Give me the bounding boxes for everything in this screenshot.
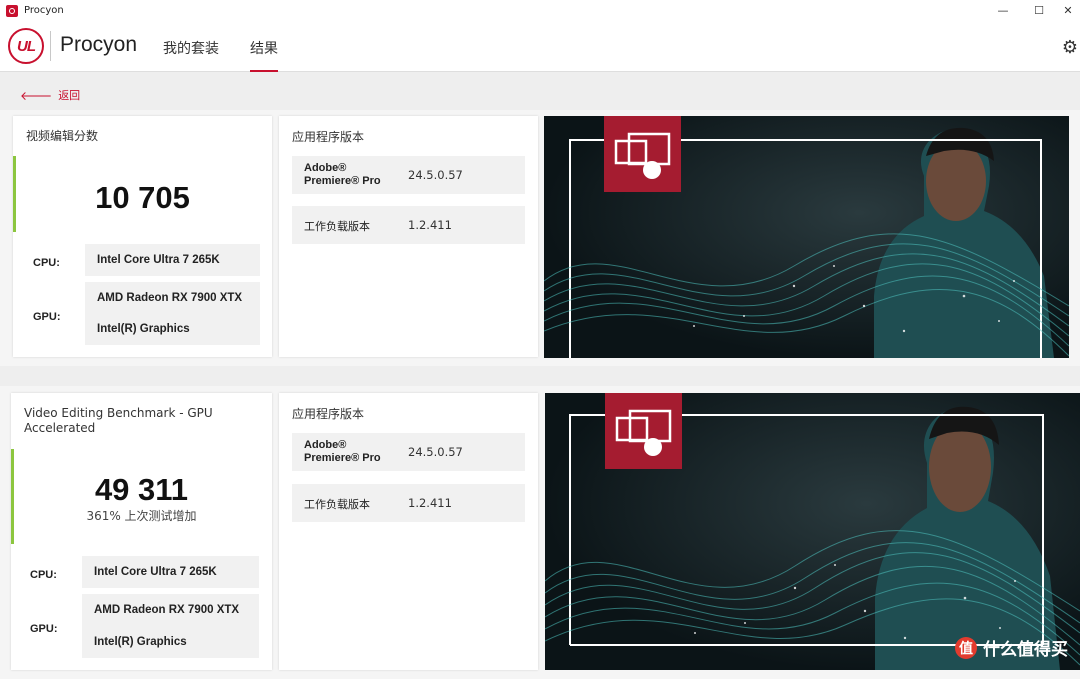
score-comparison: 361% 上次测试增加 — [86, 509, 197, 523]
gpu-label-2: GPU: — [30, 623, 58, 635]
score-card: 视频编辑分数 10 705 CPU: Intel Core Ultra 7 26… — [13, 116, 272, 357]
tab-results[interactable]: 结果 — [250, 38, 278, 72]
gpu-value-2: Intel(R) Graphics — [97, 323, 190, 335]
cpu-box: Intel Core Ultra 7 265K — [85, 244, 260, 276]
app-version-title-2: 应用程序版本 — [292, 407, 365, 421]
workload-label: 工作负载版本 — [304, 220, 370, 233]
back-label: 返回 — [58, 89, 81, 102]
score-title: 视频编辑分数 — [26, 129, 99, 143]
workload-version-value-2: 1.2.411 — [408, 496, 452, 510]
hero-image-2: 值 什么值得买 — [545, 393, 1080, 670]
workload-label-2: 工作负载版本 — [304, 498, 370, 511]
gpu-value-2-1: AMD Radeon RX 7900 XTX — [94, 604, 240, 616]
app-version-title: 应用程序版本 — [292, 130, 365, 144]
gpu-value-1: AMD Radeon RX 7900 XTX — [97, 292, 243, 304]
cpu-label-2: CPU: — [30, 569, 57, 581]
score-value-2: 49 311 — [94, 472, 189, 507]
arrow-left-icon: 🡐 — [20, 88, 53, 103]
gpu-box: AMD Radeon RX 7900 XTX Intel(R) Graphics — [85, 282, 260, 345]
minimize-icon[interactable]: — — [986, 0, 1020, 21]
workload-version-row-2: 工作负载版本 1.2.411 — [292, 484, 525, 522]
app-version-row: Adobe® Premiere® Pro 24.5.0.57 — [292, 156, 525, 194]
app-name-line2-2: Premiere® Pro — [304, 452, 381, 464]
back-link[interactable]: 🡐 返回 — [20, 87, 80, 103]
app-header: UL Procyon 我的套装 结果 ⚙ — [0, 21, 1080, 72]
cpu-box-2: Intel Core Ultra 7 265K — [82, 556, 259, 588]
app-name-line1: Adobe® — [304, 162, 347, 174]
workload-version-row: 工作负载版本 1.2.411 — [292, 206, 525, 244]
maximize-icon[interactable]: ☐ — [1022, 0, 1056, 21]
app-version-value-2: 24.5.0.57 — [408, 445, 463, 459]
close-icon[interactable]: ✕ — [1056, 0, 1080, 21]
score-card-2: Video Editing Benchmark - GPU Accelerate… — [11, 393, 272, 670]
app-name-line2: Premiere® Pro — [304, 175, 381, 187]
score-title-2: Video Editing Benchmark - GPU Accelerate… — [24, 406, 213, 435]
gear-icon[interactable]: ⚙ — [1062, 37, 1078, 58]
hero-illustration — [544, 116, 1069, 358]
gpu-value-2-2: Intel(R) Graphics — [94, 636, 187, 648]
brand-name: Procyon — [60, 33, 138, 56]
app-name-line1-2: Adobe® — [304, 439, 347, 451]
ul-logo: UL — [8, 28, 44, 64]
gpu-box-2: AMD Radeon RX 7900 XTX Intel(R) Graphics — [82, 594, 259, 658]
tab-my-suites[interactable]: 我的套装 — [163, 38, 219, 58]
cpu-value-2: Intel Core Ultra 7 265K — [94, 566, 217, 578]
watermark-icon: 值 — [955, 636, 977, 659]
app-version-card: 应用程序版本 Adobe® Premiere® Pro 24.5.0.57 工作… — [279, 116, 538, 357]
site-watermark: 值 什么值得买 — [955, 635, 1068, 660]
app-version-value: 24.5.0.57 — [408, 168, 463, 182]
window-title: Procyon — [24, 5, 64, 16]
window-titlebar: Procyon — ☐ ✕ — [0, 0, 1080, 21]
procyon-app-icon — [6, 4, 18, 17]
gpu-label: GPU: — [33, 311, 61, 323]
hero-illustration-2 — [545, 393, 1080, 670]
app-version-row-2: Adobe® Premiere® Pro 24.5.0.57 — [292, 433, 525, 471]
logo-divider — [50, 31, 51, 61]
cpu-value: Intel Core Ultra 7 265K — [97, 254, 220, 266]
app-version-card-2: 应用程序版本 Adobe® Premiere® Pro 24.5.0.57 工作… — [279, 393, 538, 670]
watermark-text: 什么值得买 — [983, 640, 1068, 660]
workload-version-value: 1.2.411 — [408, 218, 452, 232]
score-value: 10 705 — [95, 180, 190, 215]
hero-image — [544, 116, 1069, 358]
cpu-label: CPU: — [33, 257, 60, 269]
